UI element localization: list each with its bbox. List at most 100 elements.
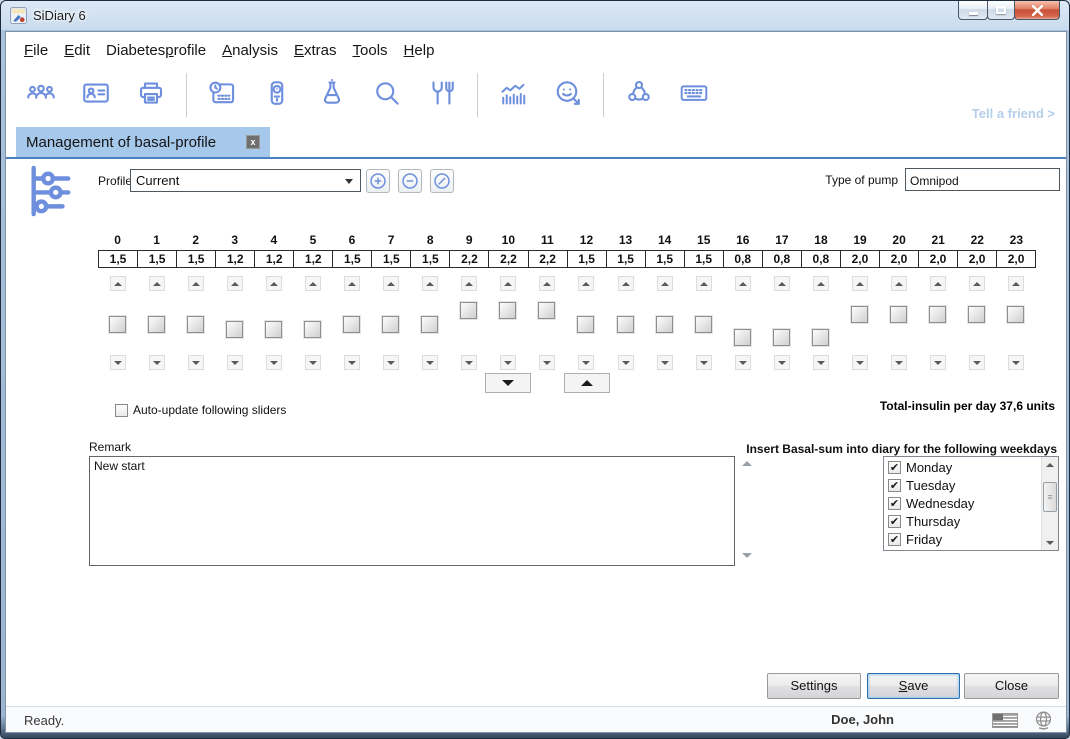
weekday-checkbox[interactable]: ✔ [888,515,901,528]
slider-up-button[interactable] [422,276,438,291]
title-bar[interactable]: SiDiary 6 [1,1,1069,31]
weekday-checkbox[interactable]: ✔ [888,479,901,492]
basal-value-cell[interactable]: 1,5 [645,250,685,268]
slider-up-button[interactable] [500,276,516,291]
slider-down-button[interactable] [1008,355,1024,370]
slider-thumb[interactable] [304,321,321,338]
slider-thumb[interactable] [734,329,751,346]
slider-down-button[interactable] [930,355,946,370]
minimize-button[interactable] [958,1,988,20]
maximize-button[interactable] [987,1,1015,20]
toolbar-button-search[interactable] [370,77,404,113]
basal-value-cell[interactable]: 2,0 [996,250,1036,268]
basal-value-cell[interactable]: 2,2 [488,250,528,268]
weekday-row-friday[interactable]: ✔Friday [885,530,1040,548]
menu-item-edit[interactable]: Edit [56,42,98,59]
toolbar-button-food-drink[interactable] [425,77,459,113]
remove-profile-button[interactable] [398,169,422,193]
weekday-checkbox[interactable]: ✔ [888,533,901,546]
basal-value-cell[interactable]: 2,0 [957,250,997,268]
slider-down-button[interactable] [539,355,555,370]
slider-thumb[interactable] [656,316,673,333]
slider-up-button[interactable] [266,276,282,291]
slider-thumb[interactable] [812,329,829,346]
toolbar-button-calendar-clock[interactable] [205,77,239,113]
slider-thumb[interactable] [968,306,985,323]
slider-thumb[interactable] [890,306,907,323]
slider-down-button[interactable] [618,355,634,370]
menu-item-file[interactable]: File [16,42,56,59]
basal-value-cell[interactable]: 0,8 [801,250,841,268]
slider-down-button[interactable] [578,355,594,370]
basal-value-cell[interactable]: 0,8 [762,250,802,268]
slider-up-button[interactable] [813,276,829,291]
slider-thumb[interactable] [851,306,868,323]
basal-value-cell[interactable]: 1,5 [410,250,450,268]
weekday-row-wednesday[interactable]: ✔Wednesday [885,494,1040,512]
slider-up-button[interactable] [461,276,477,291]
slider-up-button[interactable] [852,276,868,291]
scroll-down-button[interactable] [1042,535,1058,550]
weekday-row-monday[interactable]: ✔Monday [885,458,1040,476]
slider-down-button[interactable] [266,355,282,370]
basal-value-cell[interactable]: 1,5 [137,250,177,268]
slider-down-button[interactable] [305,355,321,370]
slider-thumb[interactable] [577,316,594,333]
toolbar-button-smiley-share[interactable] [551,77,585,113]
add-profile-button[interactable] [366,169,390,193]
slider-up-button[interactable] [930,276,946,291]
toolbar-button-people-group[interactable] [24,77,58,113]
basal-value-cell[interactable]: 2,0 [918,250,958,268]
menu-item-tools[interactable]: Tools [345,42,396,59]
menu-item-analysis[interactable]: Analysis [214,42,286,59]
weekday-checkbox[interactable]: ✔ [888,461,901,474]
basal-value-cell[interactable]: 2,2 [449,250,489,268]
tab-management-of-basal-profile[interactable]: Management of basal-profile x [16,127,270,157]
slider-down-button[interactable] [657,355,673,370]
basal-value-cell[interactable]: 1,5 [567,250,607,268]
slider-thumb[interactable] [226,321,243,338]
slider-up-button[interactable] [227,276,243,291]
save-button[interactable]: Save [867,673,960,699]
weekday-row-tuesday[interactable]: ✔Tuesday [885,476,1040,494]
slider-thumb[interactable] [1007,306,1024,323]
slider-up-button[interactable] [110,276,126,291]
settings-button[interactable]: Settings [767,673,861,699]
slider-up-button[interactable] [344,276,360,291]
basal-value-cell[interactable]: 1,5 [98,250,138,268]
slider-down-button[interactable] [774,355,790,370]
slider-up-button[interactable] [774,276,790,291]
globe-icon[interactable] [1033,710,1054,736]
basal-value-cell[interactable]: 1,5 [684,250,724,268]
weekday-checkbox[interactable]: ✔ [888,497,901,510]
slider-up-button[interactable] [657,276,673,291]
basal-value-cell[interactable]: 1,2 [254,250,294,268]
type-of-pump-input[interactable] [905,168,1060,191]
basal-value-cell[interactable]: 0,8 [723,250,763,268]
toolbar-button-share-network[interactable] [622,77,656,113]
slider-up-button[interactable] [891,276,907,291]
menu-item-diabetesprofile[interactable]: Diabetesprofile [98,42,214,59]
slider-down-button[interactable] [696,355,712,370]
menu-item-extras[interactable]: Extras [286,42,345,59]
slider-thumb[interactable] [265,321,282,338]
basal-value-cell[interactable]: 2,0 [840,250,880,268]
basal-value-cell[interactable]: 2,0 [879,250,919,268]
slider-up-button[interactable] [539,276,555,291]
slider-up-button[interactable] [578,276,594,291]
slider-thumb[interactable] [617,316,634,333]
toolbar-button-patient-card[interactable] [79,77,113,113]
slider-thumb[interactable] [421,316,438,333]
slider-down-button[interactable] [227,355,243,370]
slider-thumb[interactable] [538,302,555,319]
basal-scroll-up-button[interactable] [564,373,610,393]
slider-down-button[interactable] [891,355,907,370]
toolbar-button-printer[interactable] [134,77,168,113]
slider-up-button[interactable] [149,276,165,291]
slider-thumb[interactable] [109,316,126,333]
basal-value-cell[interactable]: 1,2 [293,250,333,268]
slider-up-button[interactable] [383,276,399,291]
toolbar-button-glucose-meter[interactable] [260,77,294,113]
slider-thumb[interactable] [343,316,360,333]
close-button[interactable]: Close [964,673,1059,699]
